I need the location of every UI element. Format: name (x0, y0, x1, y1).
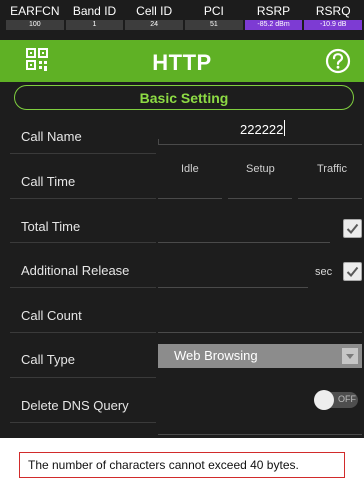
call-count-input[interactable] (158, 332, 362, 333)
stat-rsrq: RSRQ -10.9 dB (304, 3, 363, 40)
page-title: HTTP (152, 50, 212, 75)
additional-release-checkbox[interactable] (343, 262, 362, 281)
call-name-input[interactable]: 222222 (240, 122, 283, 137)
delete-dns-query-label: Delete DNS Query (21, 398, 129, 413)
call-name-label: Call Name (21, 129, 82, 144)
row-separator (10, 198, 156, 199)
stat-rsrp: RSRP -85.2 dBm (244, 3, 303, 40)
stat-label: Band ID (72, 4, 117, 18)
stat-earfcn: EARFCN 100 (6, 3, 64, 40)
stat-value: 100 (6, 20, 64, 30)
call-time-label: Call Time (21, 174, 76, 189)
seconds-unit-label: sec (315, 266, 333, 278)
call-type-select[interactable]: Web Browsing (158, 344, 362, 368)
field-tick (158, 139, 159, 144)
qr-code-icon[interactable] (26, 48, 48, 72)
stat-label: EARFCN (10, 4, 60, 18)
row-separator (10, 153, 156, 154)
stat-label: PCI (203, 4, 224, 18)
toast-message: The number of characters cannot exceed 4… (28, 458, 299, 472)
app-header: HTTP (0, 40, 364, 82)
traffic-column-label: Traffic (317, 163, 347, 175)
row-separator (10, 332, 156, 333)
toggle-state-label: OFF (338, 394, 356, 404)
basic-setting-header[interactable]: Basic Setting (14, 85, 354, 110)
next-row-underline (158, 434, 362, 435)
toggle-knob (314, 390, 334, 410)
signal-status-bar: EARFCN 100 Band ID 1 Cell ID 24 PCI 51 R… (0, 0, 364, 40)
call-name-underline (158, 144, 362, 145)
stat-value: 1 (65, 20, 124, 30)
setup-column-label: Setup (246, 163, 275, 175)
additional-release-input[interactable] (158, 287, 308, 288)
help-icon[interactable] (325, 48, 351, 74)
stat-band-id: Band ID 1 (65, 3, 124, 40)
stat-value: -85.2 dBm (244, 20, 303, 30)
additional-release-label: Additional Release (21, 263, 130, 278)
call-count-label: Call Count (21, 308, 82, 323)
row-separator (10, 287, 156, 288)
stat-cell-id: Cell ID 24 (125, 3, 184, 40)
stat-value: 51 (185, 20, 243, 30)
setup-time-input[interactable] (228, 198, 292, 199)
total-time-label: Total Time (21, 219, 81, 234)
row-separator (10, 242, 156, 243)
stat-label: RSRQ (315, 4, 351, 18)
stat-label: Cell ID (136, 4, 173, 18)
row-separator (10, 377, 156, 378)
call-type-value: Web Browsing (174, 348, 258, 363)
text-cursor (284, 120, 285, 136)
basic-settings-form: Basic Setting Call Name 222222 Call Time… (0, 82, 364, 478)
row-separator (10, 422, 156, 423)
traffic-time-input[interactable] (298, 198, 362, 199)
call-type-label: Call Type (21, 352, 75, 367)
validation-toast: The number of characters cannot exceed 4… (19, 452, 345, 478)
idle-time-input[interactable] (158, 198, 222, 199)
dropdown-arrow-icon (342, 348, 358, 364)
idle-column-label: Idle (181, 163, 199, 175)
total-time-input[interactable] (158, 242, 330, 243)
stat-value: -10.9 dB (304, 20, 363, 30)
delete-dns-query-toggle[interactable]: OFF (314, 390, 358, 410)
stat-label: RSRP (256, 4, 291, 18)
stat-value: 24 (125, 20, 184, 30)
stat-pci: PCI 51 (185, 3, 243, 40)
total-time-checkbox[interactable] (343, 219, 362, 238)
